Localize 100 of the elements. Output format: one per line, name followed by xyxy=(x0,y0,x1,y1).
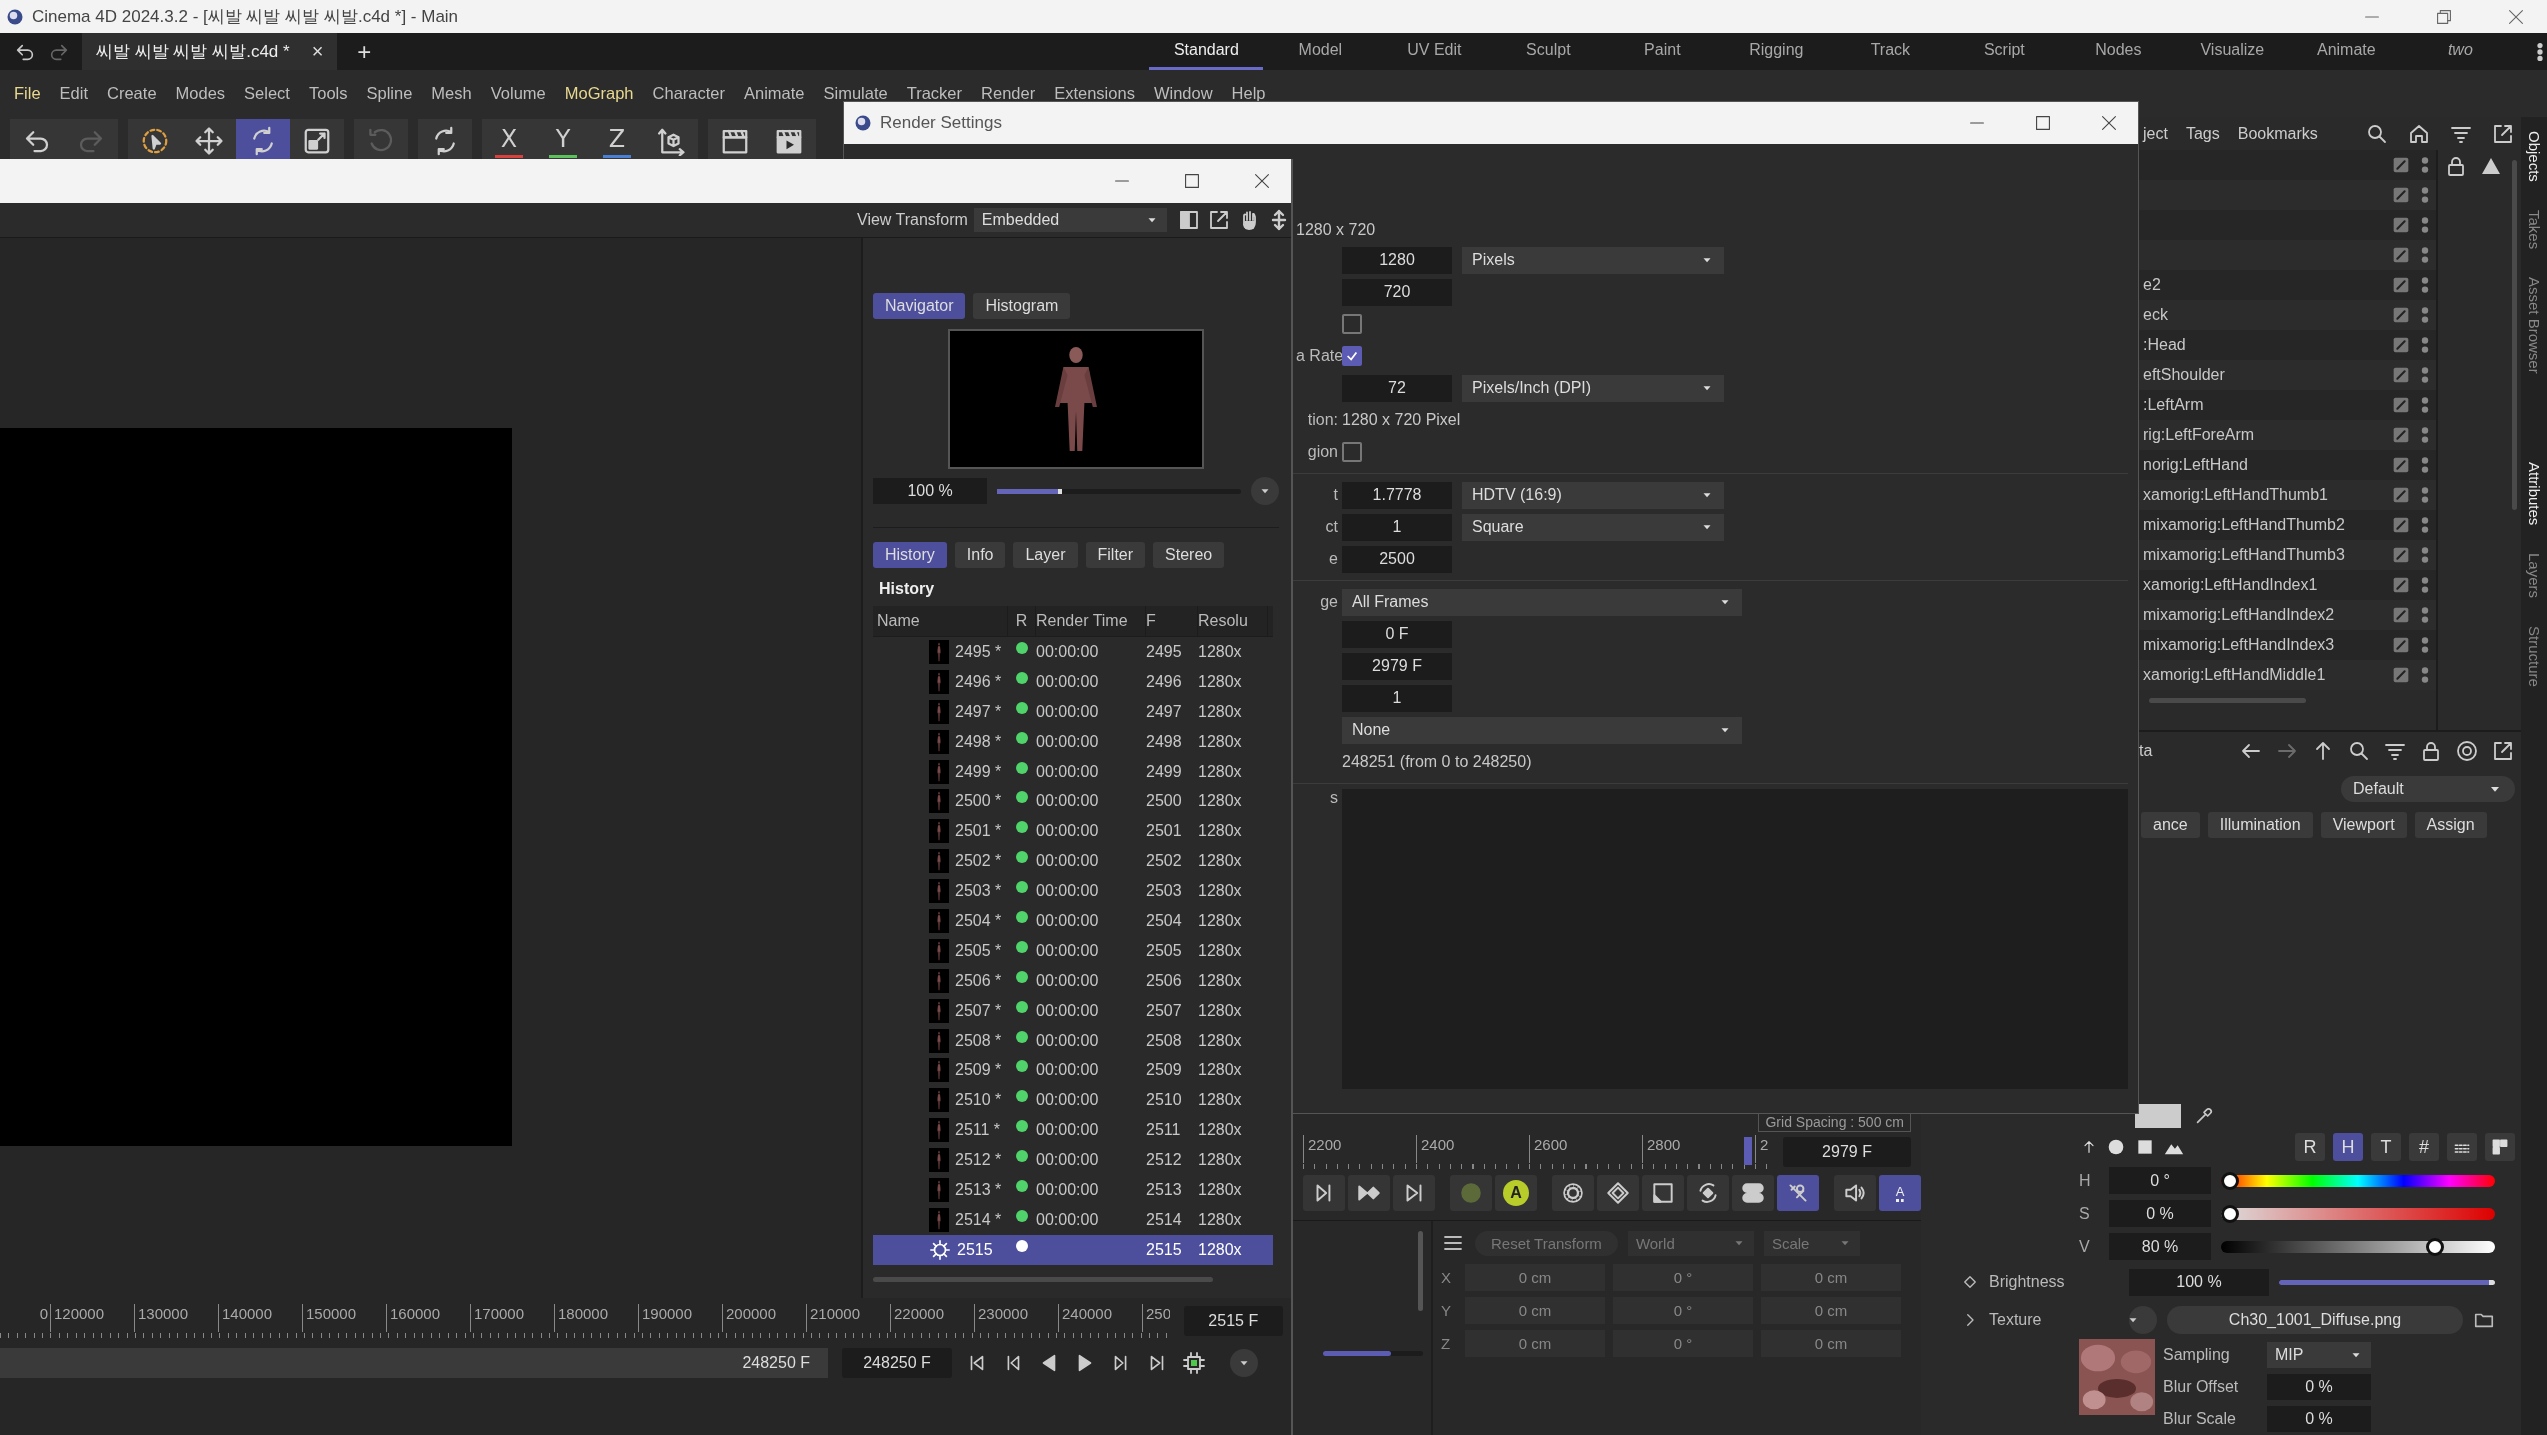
panel-tab[interactable]: Layer xyxy=(1013,542,1078,568)
menu-item[interactable]: Mesh xyxy=(431,84,472,103)
side-tab[interactable]: Asset Browser xyxy=(2525,277,2543,374)
unit-dropdown[interactable]: Square xyxy=(1462,513,1724,541)
unit-dropdown[interactable]: HDTV (16:9) xyxy=(1462,481,1724,509)
current-frame-field[interactable]: 2515 F xyxy=(1183,1305,1283,1336)
menu-item[interactable]: Tools xyxy=(308,84,348,103)
column-header[interactable]: R xyxy=(1008,606,1036,636)
layout-tab[interactable]: Visualize xyxy=(2175,33,2290,70)
property-field[interactable]: 0 % xyxy=(2267,1406,2371,1432)
number-field[interactable]: 720 xyxy=(1342,278,1452,306)
number-field[interactable]: 0 F xyxy=(1342,620,1452,648)
panel-tab[interactable]: Filter xyxy=(1085,542,1146,568)
layout-tab[interactable]: Sculpt xyxy=(1491,33,1606,70)
menu-item[interactable]: Create xyxy=(107,84,157,103)
menu-item[interactable]: Simulate xyxy=(823,84,888,103)
history-name[interactable]: 2508 * xyxy=(955,1031,1002,1050)
zoom-field[interactable]: 100 % xyxy=(873,478,988,504)
menu-item[interactable]: Select xyxy=(244,84,290,103)
side-tab[interactable]: Takes xyxy=(2525,209,2543,250)
coordinate-field[interactable]: 0 cm xyxy=(1761,1330,1901,1357)
end-frame-field[interactable]: 2979 F xyxy=(1783,1137,1911,1167)
attribute-tab[interactable]: Assign xyxy=(2414,812,2487,838)
side-tab[interactable]: Objects xyxy=(2525,131,2543,182)
side-tab[interactable]: Layers xyxy=(2525,553,2543,599)
coordinate-field[interactable]: 0 cm xyxy=(1465,1264,1605,1291)
object-name[interactable]: :LeftArm xyxy=(2143,396,2204,413)
history-name[interactable]: 2505 * xyxy=(955,941,1002,960)
number-field[interactable]: 1 xyxy=(1342,684,1452,712)
history-name[interactable]: 2509 * xyxy=(955,1061,1002,1080)
history-name[interactable]: 2503 * xyxy=(955,882,1002,901)
history-name[interactable]: 2499 * xyxy=(955,762,1002,781)
coordinate-field[interactable]: 0 cm xyxy=(1761,1297,1901,1324)
dropdown[interactable]: None xyxy=(1342,716,1742,744)
end-frame-field[interactable]: 248250 F xyxy=(842,1348,952,1378)
coordinate-field[interactable]: 0 cm xyxy=(1465,1297,1605,1324)
panel-tab[interactable]: Histogram xyxy=(973,293,1071,319)
coordinate-field[interactable]: 0 ° xyxy=(1613,1264,1753,1291)
coordinate-field[interactable]: 0 ° xyxy=(1613,1330,1753,1357)
autokey-button[interactable]: A xyxy=(1495,1175,1537,1211)
panel-tab[interactable]: History xyxy=(873,542,947,568)
layout-tab[interactable]: UV Edit xyxy=(1377,33,1492,70)
color-mode-button[interactable]: # xyxy=(2409,1133,2439,1161)
new-tab-button[interactable]: + xyxy=(349,37,380,66)
history-name[interactable]: 2496 * xyxy=(955,672,1002,691)
dropdown[interactable]: All Frames xyxy=(1342,588,1742,616)
number-field[interactable]: 2500 xyxy=(1342,545,1452,573)
menu-item[interactable]: Render xyxy=(981,84,1036,103)
unit-dropdown[interactable]: Pixels/Inch (DPI) xyxy=(1462,374,1724,402)
number-field[interactable]: 1 xyxy=(1342,513,1452,541)
layout-tab[interactable]: Paint xyxy=(1605,33,1720,70)
history-name[interactable]: 2504 * xyxy=(955,911,1002,930)
menu-item[interactable]: Tracker xyxy=(906,84,963,103)
history-name[interactable]: 2512 * xyxy=(955,1151,1002,1170)
column-header[interactable]: Render Time xyxy=(1036,606,1146,636)
attribute-tab[interactable]: ance xyxy=(2141,812,2200,838)
channel-field[interactable]: 0 ° xyxy=(2109,1167,2211,1194)
number-field[interactable]: 72 xyxy=(1342,374,1452,402)
column-header[interactable]: Name xyxy=(873,606,1008,636)
object-name[interactable]: rig:LeftForeArm xyxy=(2143,426,2255,443)
object-name[interactable]: mixamorig:LeftHandIndex2 xyxy=(2143,606,2335,623)
attribute-tab[interactable]: Illumination xyxy=(2207,812,2313,838)
history-name[interactable]: 2513 * xyxy=(955,1180,1002,1199)
document-tab[interactable]: 씨발 씨발 씨발 씨발.c4d * × xyxy=(82,33,338,70)
object-name[interactable]: eftShoulder xyxy=(2143,366,2225,383)
panel-tab[interactable]: Info xyxy=(954,542,1006,568)
brightness-field[interactable]: 100 % xyxy=(2129,1268,2269,1296)
history-name[interactable]: 2510 * xyxy=(955,1091,1002,1110)
menu-item[interactable]: Modes xyxy=(175,84,226,103)
close-tab-button[interactable]: × xyxy=(311,40,324,63)
unit-dropdown[interactable]: Pixels xyxy=(1462,246,1724,274)
menu-item[interactable]: Spline xyxy=(366,84,413,103)
channel-field[interactable]: 0 % xyxy=(2109,1200,2211,1227)
color-mode-button[interactable]: R xyxy=(2295,1133,2325,1161)
menu-item[interactable]: Extensions xyxy=(1054,84,1135,103)
menu-item[interactable]: Volume xyxy=(490,84,546,103)
sampling-dropdown[interactable]: MIP xyxy=(2267,1342,2371,1368)
menu-item[interactable]: Character xyxy=(652,84,725,103)
history-name[interactable]: 2507 * xyxy=(955,1001,1002,1020)
history-name[interactable]: 2501 * xyxy=(955,822,1002,841)
frame-range-bar[interactable]: 248250 F xyxy=(0,1348,828,1378)
menu-item[interactable]: Window xyxy=(1153,84,1213,103)
attribute-tab[interactable]: Viewport xyxy=(2320,812,2407,838)
object-name[interactable]: e2 xyxy=(2143,276,2161,293)
layout-tab[interactable]: Nodes xyxy=(2061,33,2176,70)
history-name[interactable]: 2495 * xyxy=(955,642,1002,661)
coordinate-field[interactable]: 0 ° xyxy=(1613,1297,1753,1324)
number-field[interactable]: 1.7778 xyxy=(1342,481,1452,509)
object-name[interactable]: xamorig:LeftHandIndex1 xyxy=(2143,576,2318,593)
side-tab[interactable]: Attributes xyxy=(2525,461,2543,526)
texture-file-field[interactable]: Ch30_1001_Diffuse.png xyxy=(2167,1306,2463,1334)
object-name[interactable]: :Head xyxy=(2143,336,2186,353)
layout-tab[interactable]: Script xyxy=(1947,33,2062,70)
property-field[interactable]: 0 % xyxy=(2267,1374,2371,1400)
menu-item[interactable]: Help xyxy=(1231,84,1266,103)
column-header[interactable]: Resolu xyxy=(1198,606,1268,636)
history-name[interactable]: 2514 * xyxy=(955,1210,1002,1229)
panel-tab[interactable]: Navigator xyxy=(873,293,966,319)
history-name[interactable]: 2497 * xyxy=(955,702,1002,721)
view-transform-dropdown[interactable]: Embedded xyxy=(973,208,1167,232)
